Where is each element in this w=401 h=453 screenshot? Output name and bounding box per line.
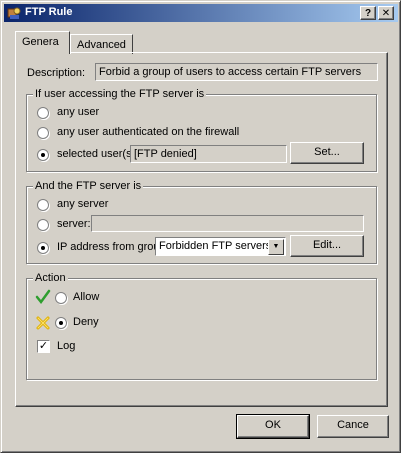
server-input[interactable]: [91, 215, 364, 232]
any-user-label: any user: [57, 106, 100, 118]
ok-button[interactable]: OK: [236, 414, 310, 439]
radio-any-user[interactable]: [37, 107, 49, 119]
help-button[interactable]: ?: [360, 6, 376, 20]
authenticated-user-label: any user authenticated on the firewall: [57, 126, 240, 138]
ip-group-selected-value: Forbidden FTP servers: [159, 240, 272, 252]
radio-allow[interactable]: [55, 292, 67, 304]
tab-advanced-label: Advanced: [77, 39, 126, 51]
dialog-window: FTP Rule ? ✕ Genera Advanced Description…: [0, 0, 401, 453]
user-group-legend: If user accessing the FTP server is: [33, 88, 207, 100]
cancel-button[interactable]: Cance: [317, 415, 389, 438]
deny-label: Deny: [73, 316, 99, 328]
description-label: Description:: [27, 67, 86, 79]
description-input[interactable]: Forbid a group of users to access certai…: [95, 63, 378, 81]
selected-users-label: selected user(s):: [57, 148, 139, 160]
title-bar: FTP Rule ? ✕: [4, 4, 398, 22]
any-server-label: any server: [57, 198, 109, 210]
radio-any-server[interactable]: [37, 199, 49, 211]
action-group-legend: Action: [33, 272, 68, 284]
radio-ip-group[interactable]: [37, 242, 49, 254]
allow-label: Allow: [73, 291, 100, 303]
checkmark-icon: ✓: [38, 340, 49, 352]
cancel-button-label: Cance: [337, 419, 369, 431]
radio-deny[interactable]: [55, 317, 67, 329]
set-users-button[interactable]: Set...: [290, 142, 364, 164]
action-groupbox: Action Allow Deny ✓ Log: [26, 272, 377, 380]
radio-authenticated-user[interactable]: [37, 127, 49, 139]
server-group-legend: And the FTP server is: [33, 180, 144, 192]
deny-x-icon: [36, 316, 50, 330]
log-checkbox[interactable]: ✓: [37, 340, 50, 353]
check-mark-icon: [35, 289, 51, 305]
ok-button-label: OK: [265, 419, 281, 431]
tab-general[interactable]: Genera: [15, 31, 70, 54]
ip-group-select[interactable]: Forbidden FTP servers ▼: [155, 237, 286, 256]
selected-users-field: [FTP denied]: [130, 145, 287, 163]
server-groupbox: And the FTP server is any server server:…: [26, 180, 377, 264]
chevron-down-icon[interactable]: ▼: [268, 239, 284, 255]
tab-general-label: Genera: [22, 36, 59, 48]
edit-group-button[interactable]: Edit...: [290, 235, 364, 257]
radio-server[interactable]: [37, 219, 49, 231]
radio-selected-users[interactable]: [37, 149, 49, 161]
ftp-rule-icon: [7, 7, 21, 19]
user-groupbox: If user accessing the FTP server is any …: [26, 88, 377, 172]
tab-panel-general: Description: Forbid a group of users to …: [15, 52, 388, 407]
ip-group-label: IP address from group:: [57, 241, 169, 253]
window-title: FTP Rule: [25, 6, 73, 18]
server-label: server:: [57, 218, 91, 230]
log-label: Log: [57, 340, 76, 352]
tab-advanced[interactable]: Advanced: [70, 34, 133, 54]
close-button[interactable]: ✕: [378, 6, 394, 20]
